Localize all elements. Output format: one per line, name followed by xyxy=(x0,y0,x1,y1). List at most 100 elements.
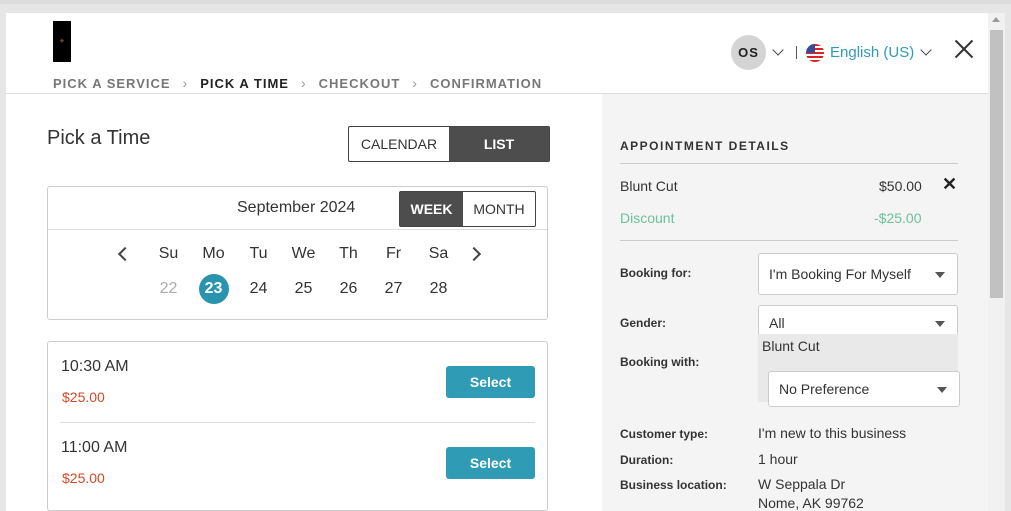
business-logo: ⚜ xyxy=(53,21,71,62)
day-date[interactable]: 27 xyxy=(371,274,416,304)
service-line: Blunt Cut $50.00 ✕ xyxy=(620,174,958,194)
list-view-button[interactable]: LIST xyxy=(449,127,549,161)
chevron-right-icon: › xyxy=(300,75,307,91)
booking-with-service: Blunt Cut xyxy=(762,338,820,354)
day-column: Su 22 xyxy=(146,245,191,304)
day-name: Sa xyxy=(428,245,449,262)
day-column: Tu 24 xyxy=(236,245,281,304)
day-date[interactable]: 28 xyxy=(416,274,461,304)
page-title: Pick a Time xyxy=(47,127,151,149)
day-name: Fr xyxy=(385,245,402,262)
step-pick-a-time: PICK A TIME xyxy=(200,75,289,91)
language-label: English (US) xyxy=(830,44,915,61)
avatar[interactable]: OS xyxy=(731,35,766,70)
discount-label: Discount xyxy=(620,210,675,226)
location-line2: Nome, AK 99762 xyxy=(758,495,864,511)
month-button[interactable]: MONTH xyxy=(463,192,535,226)
day-date[interactable]: 24 xyxy=(236,274,281,304)
step-pick-a-service[interactable]: PICK A SERVICE xyxy=(53,76,171,91)
calendar-view-button[interactable]: CALENDAR xyxy=(349,127,449,161)
caret-down-icon xyxy=(937,387,947,393)
service-name: Blunt Cut xyxy=(620,178,678,194)
duration-value: 1 hour xyxy=(758,451,798,467)
gender-value: All xyxy=(769,315,785,331)
service-price: $50.00 xyxy=(879,178,922,194)
day-date-label[interactable]: 27 xyxy=(385,280,403,298)
logo-mark: ⚜ xyxy=(59,38,65,45)
details-title: APPOINTMENT DETAILS xyxy=(620,139,790,153)
slot-time: 11:00 AM xyxy=(61,439,128,456)
day-column: Mo 23 xyxy=(191,245,236,304)
slot-time: 10:30 AM xyxy=(61,358,129,375)
staff-value: No Preference xyxy=(779,381,870,397)
discount-amount: -$25.00 xyxy=(874,210,922,226)
divider xyxy=(796,46,797,59)
week-month-toggle: WEEK MONTH xyxy=(399,191,536,227)
breadcrumb: PICK A SERVICE › PICK A TIME › CHECKOUT … xyxy=(53,75,542,91)
prev-week-icon[interactable] xyxy=(117,246,133,262)
staff-select[interactable]: No Preference xyxy=(768,371,960,407)
day-name: Mo xyxy=(202,245,225,262)
location-label: Business location: xyxy=(620,478,727,492)
step-checkout: CHECKOUT xyxy=(318,75,401,91)
language-selector[interactable]: English (US) xyxy=(806,43,932,62)
details-panel xyxy=(602,94,988,511)
day-name: Su xyxy=(158,245,179,262)
calendar-header: September 2024 WEEK MONTH xyxy=(48,187,547,230)
chevron-right-icon: › xyxy=(412,75,418,91)
week-calendar: September 2024 WEEK MONTH Su 22 Mo 23 Tu… xyxy=(47,186,548,320)
browser-top-strip xyxy=(0,0,1011,4)
slot-price: $25.00 xyxy=(62,470,105,486)
list-item: 10:30 AM $25.00 Select xyxy=(60,342,535,422)
day-column: Th 26 xyxy=(326,245,371,304)
day-name: We xyxy=(291,245,316,262)
chevron-down-icon xyxy=(920,44,932,56)
day-date-label[interactable]: 26 xyxy=(340,280,358,298)
day-date-selected[interactable]: 23 xyxy=(191,274,236,304)
step-confirmation: CONFIRMATION xyxy=(430,75,543,91)
next-week-icon[interactable] xyxy=(466,246,482,262)
gender-label: Gender: xyxy=(620,316,667,330)
booking-for-value: I'm Booking For Myself xyxy=(769,266,911,282)
day-date-label[interactable]: 25 xyxy=(295,280,313,298)
divider xyxy=(620,163,958,164)
select-slot-button[interactable]: Select xyxy=(446,447,535,479)
day-date-label[interactable]: 24 xyxy=(250,280,268,298)
day-column: Sa 28 xyxy=(416,245,461,304)
day-date-label[interactable]: 23 xyxy=(198,274,229,304)
caret-down-icon xyxy=(935,321,945,327)
divider xyxy=(620,240,958,241)
chevron-down-icon[interactable] xyxy=(772,44,784,56)
time-slot-list: 10:30 AM $25.00 Select 11:00 AM $25.00 S… xyxy=(47,341,548,511)
day-name: Tu xyxy=(249,245,268,262)
day-date[interactable]: 26 xyxy=(326,274,371,304)
day-name: Th xyxy=(339,245,358,262)
slot-price: $25.00 xyxy=(62,389,105,405)
view-toggle: CALENDAR LIST xyxy=(348,126,550,162)
duration-label: Duration: xyxy=(620,453,674,467)
chevron-right-icon: › xyxy=(182,75,189,91)
day-column: We 25 xyxy=(281,245,326,304)
day-date: 22 xyxy=(146,274,191,304)
list-item: 11:00 AM $25.00 Select xyxy=(60,422,535,502)
booking-with-label: Booking with: xyxy=(620,355,700,369)
calendar-month: September 2024 xyxy=(237,199,356,216)
caret-down-icon xyxy=(935,272,945,278)
week-days: Su 22 Mo 23 Tu 24 We 25 Th 26 Fr 27 Sa 2… xyxy=(146,245,461,304)
remove-service-icon[interactable]: ✕ xyxy=(942,174,957,195)
day-date[interactable]: 25 xyxy=(281,274,326,304)
select-slot-button[interactable]: Select xyxy=(446,366,535,398)
scrollbar-thumb[interactable] xyxy=(990,30,1003,298)
user-menu[interactable]: OS English (US) xyxy=(731,35,932,70)
discount-line: Discount -$25.00 xyxy=(620,210,958,226)
scroll-up-icon[interactable] xyxy=(992,17,1000,22)
close-icon[interactable] xyxy=(952,37,976,61)
week-button[interactable]: WEEK xyxy=(400,192,463,226)
day-date-label[interactable]: 28 xyxy=(430,280,448,298)
customer-type-label: Customer type: xyxy=(620,427,709,441)
booking-for-select[interactable]: I'm Booking For Myself xyxy=(758,253,958,295)
scrollbar[interactable] xyxy=(988,13,1005,511)
booking-for-label: Booking for: xyxy=(620,266,692,280)
day-column: Fr 27 xyxy=(371,245,416,304)
location-line1: W Seppala Dr xyxy=(758,476,846,492)
